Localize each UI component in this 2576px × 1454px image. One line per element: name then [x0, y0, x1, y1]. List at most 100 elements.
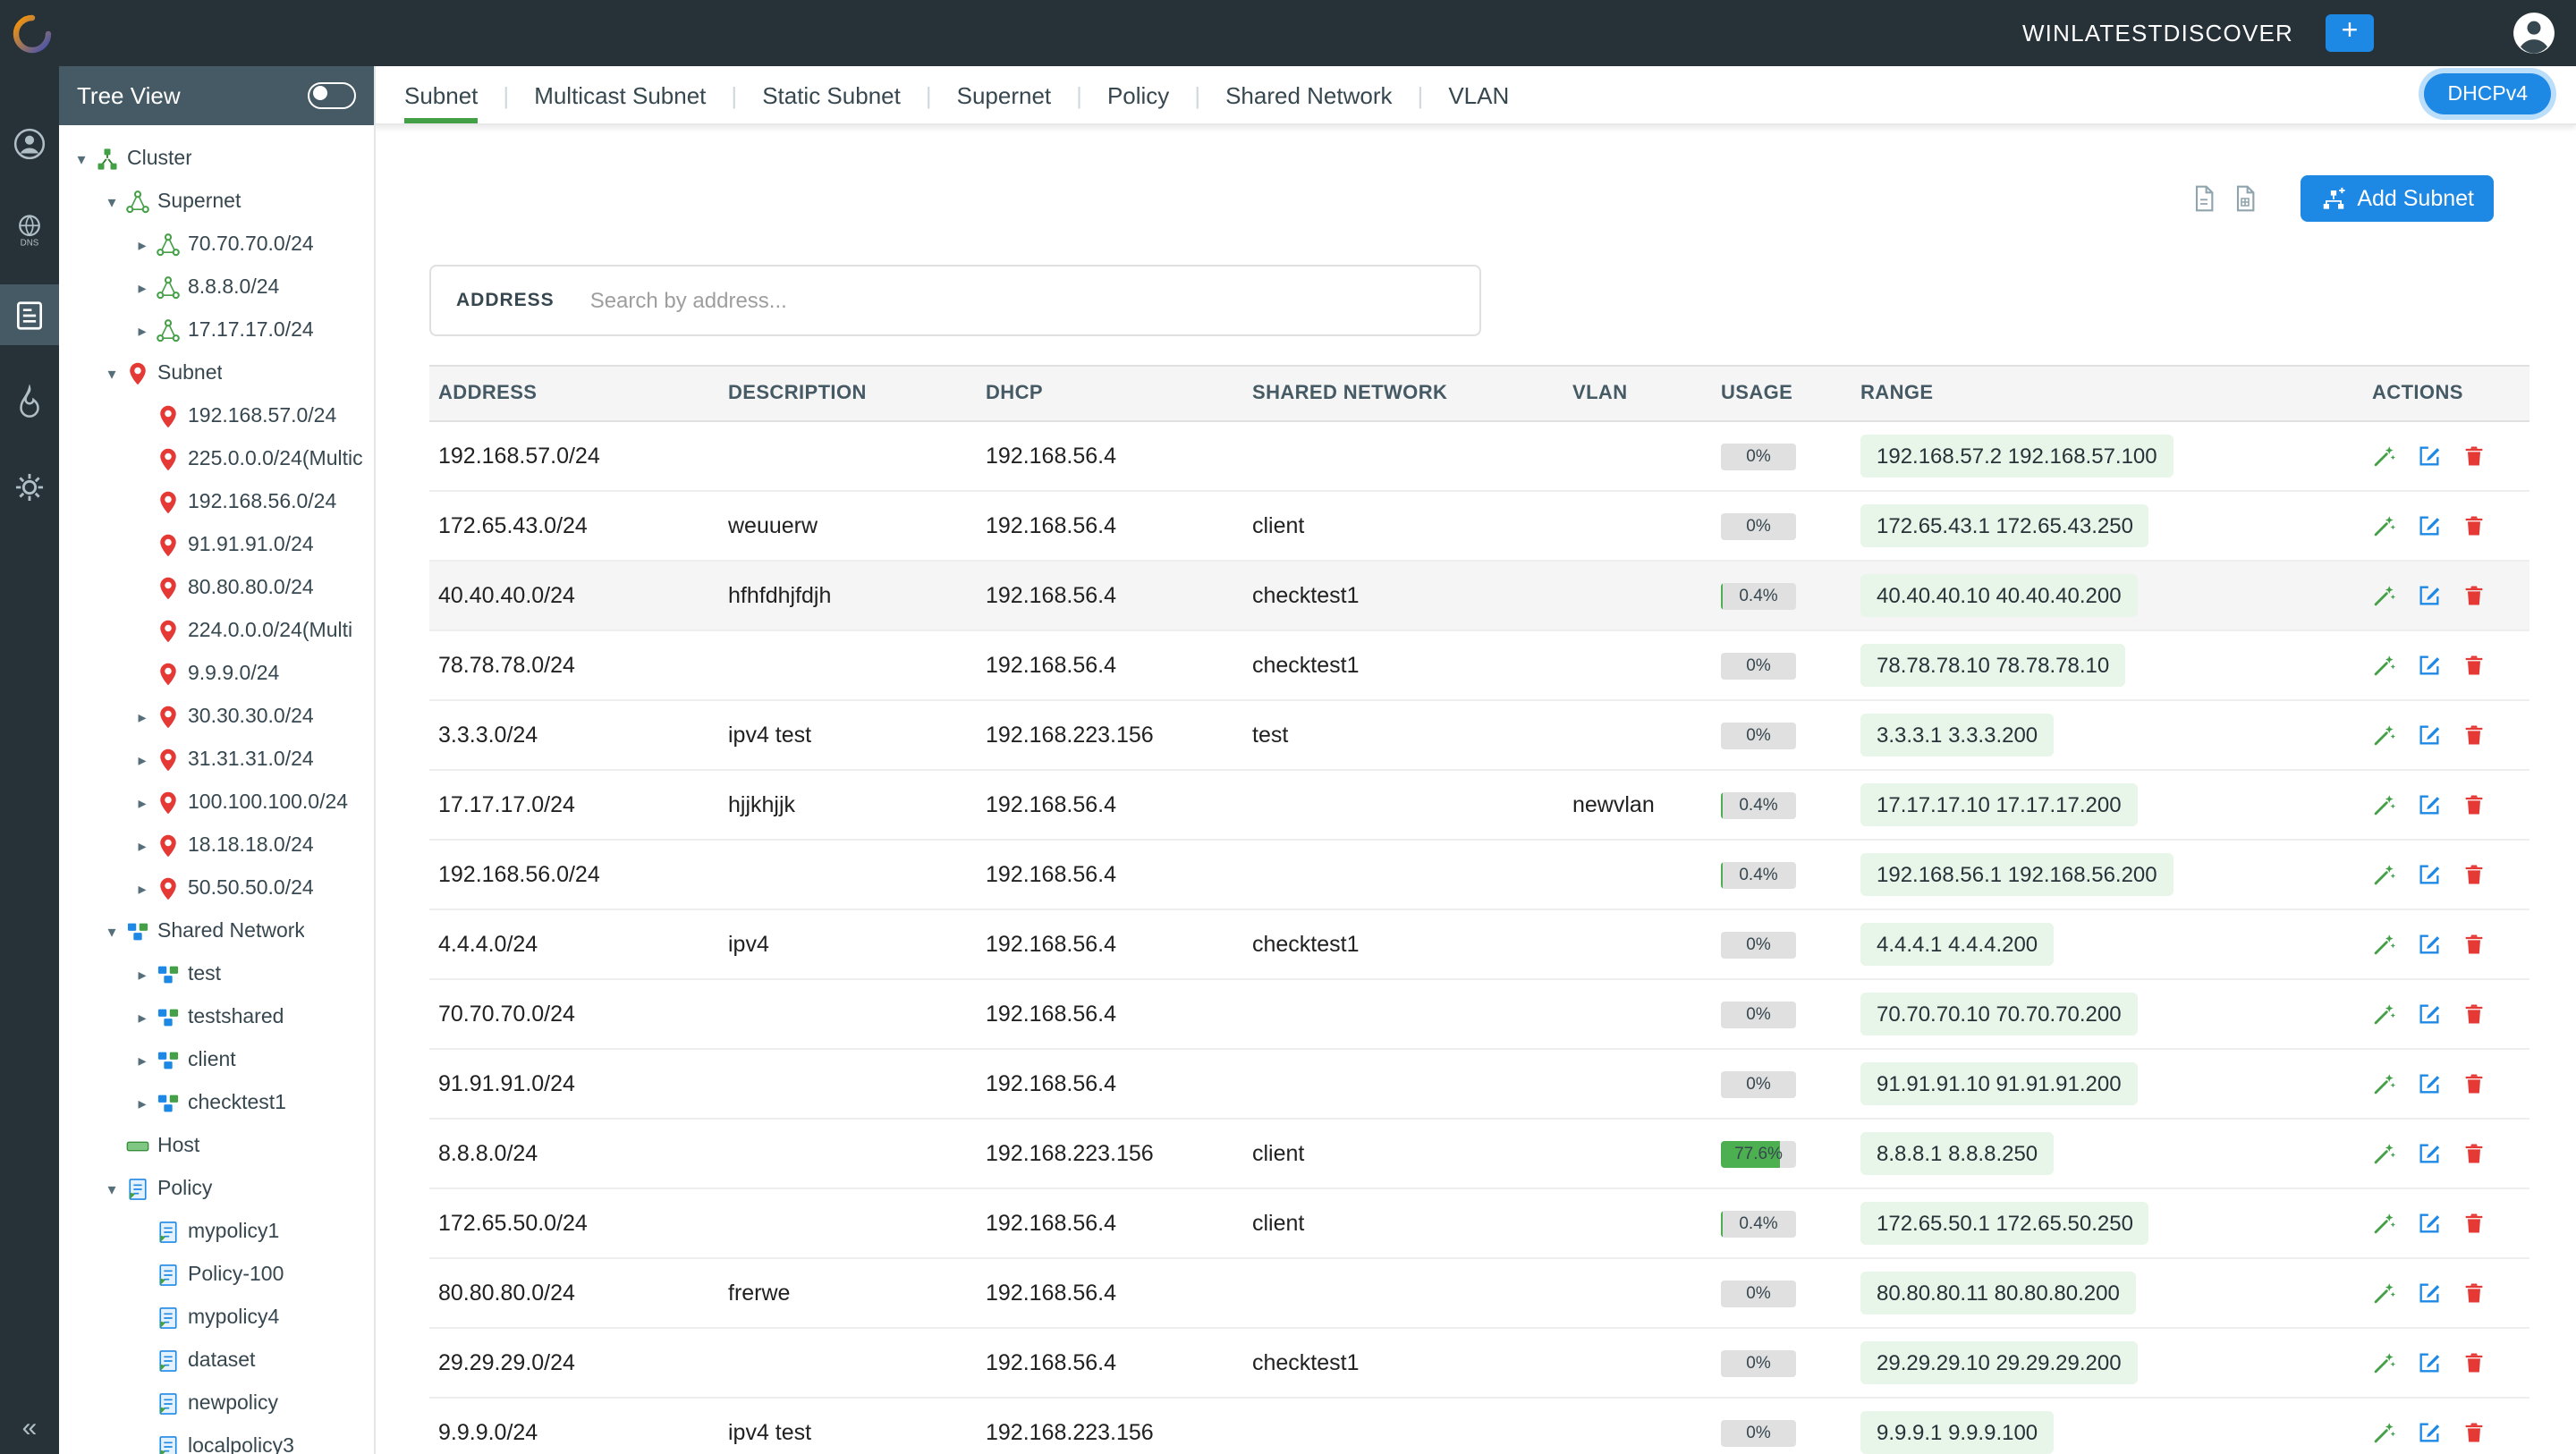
table-row[interactable]: 172.65.50.0/24 192.168.56.4 client 0.4% …	[429, 1189, 2529, 1259]
chevron-right-icon[interactable]: ▸	[131, 793, 154, 813]
delete-icon[interactable]	[2462, 1350, 2487, 1375]
tree-item-shared-network[interactable]: ▾Shared Network	[59, 910, 374, 953]
wand-icon[interactable]	[2372, 1002, 2397, 1027]
chevron-right-icon[interactable]: ▸	[131, 836, 154, 856]
edit-icon[interactable]	[2417, 444, 2442, 469]
delete-icon[interactable]	[2462, 932, 2487, 957]
delete-icon[interactable]	[2462, 1002, 2487, 1027]
user-icon[interactable]	[0, 113, 59, 173]
table-row[interactable]: 70.70.70.0/24 192.168.56.4 0% 70.70.70.1…	[429, 980, 2529, 1050]
tab-policy[interactable]: Policy	[1107, 66, 1169, 123]
chevron-right-icon[interactable]: ▸	[131, 1094, 154, 1113]
table-row[interactable]: 192.168.56.0/24 192.168.56.4 0.4% 192.16…	[429, 841, 2529, 910]
wand-icon[interactable]	[2372, 653, 2397, 678]
tree-item-cluster[interactable]: ▾Cluster	[59, 138, 374, 181]
tree-item-mypolicy1[interactable]: mypolicy1	[59, 1211, 374, 1254]
chevron-right-icon[interactable]: ▸	[131, 707, 154, 727]
tree-item-70-70-70-0-24[interactable]: ▸70.70.70.0/24	[59, 224, 374, 266]
edit-icon[interactable]	[2417, 1350, 2442, 1375]
tree-item-224-0-0-0-24-multi[interactable]: 224.0.0.0/24(Multi	[59, 610, 374, 653]
export-excel-icon[interactable]	[2230, 183, 2260, 214]
tree-item-policy[interactable]: ▾Policy	[59, 1168, 374, 1211]
address-search-input[interactable]	[587, 286, 1479, 315]
user-avatar[interactable]	[2510, 10, 2556, 56]
tab-vlan[interactable]: VLAN	[1448, 66, 1509, 123]
wand-icon[interactable]	[2372, 1141, 2397, 1166]
delete-icon[interactable]	[2462, 653, 2487, 678]
chevron-right-icon[interactable]: ▸	[131, 1008, 154, 1027]
delete-icon[interactable]	[2462, 1281, 2487, 1306]
tree-item-31-31-31-0-24[interactable]: ▸31.31.31.0/24	[59, 739, 374, 782]
table-row[interactable]: 17.17.17.0/24 hjjkhjjk 192.168.56.4 newv…	[429, 771, 2529, 841]
delete-icon[interactable]	[2462, 444, 2487, 469]
tree-item-8-8-8-0-24[interactable]: ▸8.8.8.0/24	[59, 266, 374, 309]
tree-item-100-100-100-0-24[interactable]: ▸100.100.100.0/24	[59, 782, 374, 824]
tree-item-subnet[interactable]: ▾Subnet	[59, 352, 374, 395]
table-row[interactable]: 40.40.40.0/24 hfhfdhjfdjh 192.168.56.4 c…	[429, 562, 2529, 631]
edit-icon[interactable]	[2417, 932, 2442, 957]
table-row[interactable]: 192.168.57.0/24 192.168.56.4 0% 192.168.…	[429, 422, 2529, 492]
edit-icon[interactable]	[2417, 1002, 2442, 1027]
table-row[interactable]: 78.78.78.0/24 192.168.56.4 checktest1 0%…	[429, 631, 2529, 701]
chevron-right-icon[interactable]: ▸	[131, 235, 154, 255]
tree-item-test[interactable]: ▸test	[59, 953, 374, 996]
wand-icon[interactable]	[2372, 583, 2397, 608]
wand-icon[interactable]	[2372, 792, 2397, 817]
table-row[interactable]: 8.8.8.0/24 192.168.223.156 client 77.6% …	[429, 1120, 2529, 1189]
tab-subnet[interactable]: Subnet	[404, 66, 478, 123]
chevron-down-icon[interactable]: ▾	[100, 1179, 123, 1199]
tab-multicast-subnet[interactable]: Multicast Subnet	[534, 66, 706, 123]
edit-icon[interactable]	[2417, 862, 2442, 887]
tree-item-30-30-30-0-24[interactable]: ▸30.30.30.0/24	[59, 696, 374, 739]
table-row[interactable]: 29.29.29.0/24 192.168.56.4 checktest1 0%…	[429, 1329, 2529, 1399]
chevron-right-icon[interactable]: ▸	[131, 321, 154, 341]
tree-item-17-17-17-0-24[interactable]: ▸17.17.17.0/24	[59, 309, 374, 352]
table-row[interactable]: 4.4.4.0/24 ipv4 192.168.56.4 checktest1 …	[429, 910, 2529, 980]
tree-item-localpolicy3[interactable]: localpolicy3	[59, 1425, 374, 1454]
tree-item-checktest1[interactable]: ▸checktest1	[59, 1082, 374, 1125]
edit-icon[interactable]	[2417, 653, 2442, 678]
dhcp-icon[interactable]	[0, 370, 59, 431]
wand-icon[interactable]	[2372, 444, 2397, 469]
dns-icon[interactable]: DNS	[0, 199, 59, 259]
table-row[interactable]: 3.3.3.0/24 ipv4 test 192.168.223.156 tes…	[429, 701, 2529, 771]
delete-icon[interactable]	[2462, 1420, 2487, 1445]
delete-icon[interactable]	[2462, 1211, 2487, 1236]
tree-item-80-80-80-0-24[interactable]: 80.80.80.0/24	[59, 567, 374, 610]
edit-icon[interactable]	[2417, 1420, 2442, 1445]
edit-icon[interactable]	[2417, 1281, 2442, 1306]
edit-icon[interactable]	[2417, 1141, 2442, 1166]
tab-supernet[interactable]: Supernet	[957, 66, 1052, 123]
tree-item-host[interactable]: Host	[59, 1125, 374, 1168]
edit-icon[interactable]	[2417, 723, 2442, 748]
tree-item-50-50-50-0-24[interactable]: ▸50.50.50.0/24	[59, 867, 374, 910]
wand-icon[interactable]	[2372, 1211, 2397, 1236]
tree-item-client[interactable]: ▸client	[59, 1039, 374, 1082]
chevron-down-icon[interactable]: ▾	[100, 364, 123, 384]
wand-icon[interactable]	[2372, 1420, 2397, 1445]
tree-item-newpolicy[interactable]: newpolicy	[59, 1382, 374, 1425]
chevron-right-icon[interactable]: ▸	[131, 750, 154, 770]
edit-icon[interactable]	[2417, 1211, 2442, 1236]
tree-item-225-0-0-0-24-multic[interactable]: 225.0.0.0/24(Multic	[59, 438, 374, 481]
delete-icon[interactable]	[2462, 513, 2487, 538]
wand-icon[interactable]	[2372, 1281, 2397, 1306]
tree-item-9-9-9-0-24[interactable]: 9.9.9.0/24	[59, 653, 374, 696]
edit-icon[interactable]	[2417, 1071, 2442, 1096]
chevron-down-icon[interactable]: ▾	[100, 192, 123, 212]
add-subnet-button[interactable]: Add Subnet	[2300, 175, 2494, 222]
chevron-right-icon[interactable]: ▸	[131, 278, 154, 298]
wand-icon[interactable]	[2372, 513, 2397, 538]
wand-icon[interactable]	[2372, 932, 2397, 957]
tree-item-policy-100[interactable]: Policy-100	[59, 1254, 374, 1297]
table-row[interactable]: 91.91.91.0/24 192.168.56.4 0% 91.91.91.1…	[429, 1050, 2529, 1120]
add-server-button[interactable]: +	[2326, 14, 2374, 52]
wand-icon[interactable]	[2372, 1350, 2397, 1375]
delete-icon[interactable]	[2462, 792, 2487, 817]
tree-item-testshared[interactable]: ▸testshared	[59, 996, 374, 1039]
delete-icon[interactable]	[2462, 583, 2487, 608]
edit-icon[interactable]	[2417, 792, 2442, 817]
protocol-toggle-button[interactable]: DHCPv4	[2425, 73, 2551, 114]
delete-icon[interactable]	[2462, 1071, 2487, 1096]
tree-view-toggle[interactable]	[308, 82, 356, 109]
